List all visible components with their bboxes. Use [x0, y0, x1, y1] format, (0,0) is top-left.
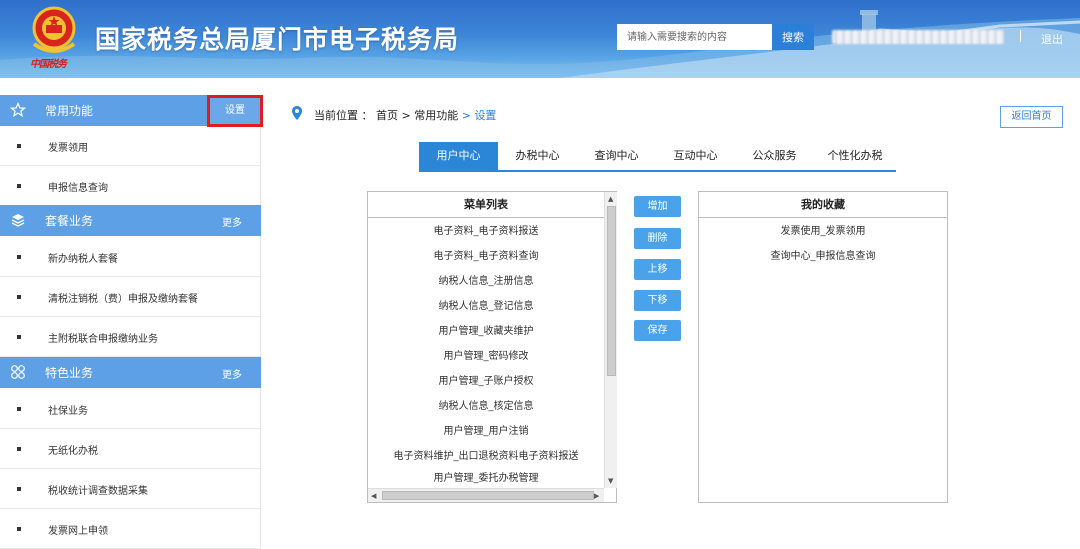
section-title: 常用功能: [45, 104, 94, 118]
horizontal-scroll-thumb[interactable]: [382, 491, 594, 500]
list-item[interactable]: 用户管理_收藏夹维护: [368, 319, 604, 344]
sidebar-item-tax-statistics[interactable]: 税收统计调查数据采集: [0, 469, 261, 509]
breadcrumb-section[interactable]: 常用功能: [414, 109, 458, 122]
star-icon: [10, 102, 26, 118]
more-link[interactable]: 更多: [222, 366, 242, 381]
move-up-button[interactable]: 上移: [634, 259, 681, 280]
sidebar-item-label: 发票领用: [48, 143, 88, 154]
sidebar-item-new-taxpayer[interactable]: 新办纳税人套餐: [0, 237, 261, 277]
section-title: 特色业务: [45, 366, 94, 380]
sidebar-item-label: 无纸化办税: [48, 446, 98, 457]
list-item[interactable]: 纳税人信息_登记信息: [368, 294, 604, 319]
delete-button[interactable]: 删除: [634, 228, 681, 249]
breadcrumb-current: 设置: [474, 109, 497, 122]
list-item[interactable]: 电子资料_电子资料报送: [368, 219, 604, 244]
bullet-icon: [17, 447, 21, 451]
favorite-item[interactable]: 发票使用_发票领用: [699, 219, 947, 244]
tab-interaction-center[interactable]: 互动中心: [656, 142, 735, 170]
search-button[interactable]: 搜索: [772, 24, 814, 50]
sidebar-item-tax-cancellation[interactable]: 清税注销税（费）申报及缴纳套餐: [0, 277, 261, 317]
tab-personalized-tax[interactable]: 个性化办税: [814, 142, 896, 170]
list-item[interactable]: 用户管理_密码修改: [368, 344, 604, 369]
bullet-icon: [17, 335, 21, 339]
list-item[interactable]: 电子资料维护_出口退税资料电子资料报送: [368, 444, 604, 469]
emblem-text: 中国税务: [30, 59, 67, 70]
bullet-icon: [17, 184, 21, 188]
vertical-scrollbar[interactable]: ▲ ▼: [604, 192, 617, 488]
location-pin-icon: [292, 106, 302, 120]
breadcrumb: 当前位置 ： 首页 > 常用功能 > 设置: [314, 107, 496, 123]
settings-button[interactable]: 设置: [207, 95, 263, 127]
sidebar: 常用功能 设置 发票领用 申报信息查询 套餐业务 更多 新办纳税人套餐 清税注销…: [0, 95, 263, 549]
sidebar-item-label: 新办纳税人套餐: [48, 254, 118, 265]
back-home-button[interactable]: 返回首页: [1000, 106, 1063, 128]
vertical-scroll-thumb[interactable]: [607, 206, 616, 376]
save-button[interactable]: 保存: [634, 320, 681, 341]
layers-icon: [11, 214, 25, 227]
sidebar-item-joint-declaration[interactable]: 主附税联合申报缴纳业务: [0, 317, 261, 357]
national-emblem-icon: [32, 6, 76, 53]
sidebar-item-social-security[interactable]: 社保业务: [0, 389, 261, 429]
scroll-left-arrow-icon[interactable]: ◀: [371, 491, 376, 501]
section-package-business: 套餐业务 更多: [0, 205, 261, 236]
move-down-button[interactable]: 下移: [634, 290, 681, 311]
sidebar-item-label: 社保业务: [48, 406, 88, 417]
section-common-functions: 常用功能 设置: [0, 95, 263, 127]
bullet-icon: [17, 295, 21, 299]
horizontal-scrollbar[interactable]: ◀ ▶: [368, 488, 604, 502]
add-button[interactable]: 增加: [634, 196, 681, 217]
sidebar-item-label: 主附税联合申报缴纳业务: [48, 334, 158, 345]
breadcrumb-separator: >: [401, 109, 411, 122]
more-link[interactable]: 更多: [222, 214, 242, 229]
menu-list-box[interactable]: 菜单列表 电子资料_电子资料报送 电子资料_电子资料查询 纳税人信息_注册信息 …: [367, 191, 617, 503]
sidebar-item-invoice-collect[interactable]: 发票领用: [0, 126, 261, 166]
logout-link[interactable]: 退出: [1041, 31, 1063, 47]
bullet-icon: [17, 527, 21, 531]
sidebar-item-label: 清税注销税（费）申报及缴纳套餐: [48, 294, 198, 305]
tab-public-service[interactable]: 公众服务: [735, 142, 814, 170]
breadcrumb-home[interactable]: 首页: [376, 109, 398, 122]
sidebar-item-label: 税收统计调查数据采集: [48, 486, 148, 497]
user-name-obscured: [832, 30, 1004, 44]
site-title: 国家税务总局厦门市电子税务局: [95, 25, 460, 54]
header-separator: [1020, 30, 1021, 42]
sidebar-item-paperless[interactable]: 无纸化办税: [0, 429, 261, 469]
list-item[interactable]: 用户管理_子账户授权: [368, 369, 604, 394]
list-item[interactable]: 用户管理_委托办税管理: [368, 469, 604, 488]
favorite-item[interactable]: 查询中心_申报信息查询: [699, 244, 947, 269]
bullet-icon: [17, 144, 21, 148]
menu-list-title: 菜单列表: [368, 192, 604, 218]
list-item[interactable]: 纳税人信息_核定信息: [368, 394, 604, 419]
bullet-icon: [17, 487, 21, 491]
list-item[interactable]: 用户管理_用户注销: [368, 419, 604, 444]
breadcrumb-label: 当前位置 ：: [314, 109, 373, 122]
scroll-up-arrow-icon[interactable]: ▲: [608, 194, 613, 204]
sidebar-item-invoice-online-apply[interactable]: 发票网上申领: [0, 509, 261, 549]
breadcrumb-separator: >: [461, 109, 471, 122]
section-special-business: 特色业务 更多: [0, 357, 261, 388]
grid-circles-icon: [11, 365, 25, 379]
search-input[interactable]: [617, 24, 772, 50]
scroll-right-arrow-icon[interactable]: ▶: [594, 491, 599, 501]
section-title: 套餐业务: [45, 214, 94, 228]
sidebar-item-label: 发票网上申领: [48, 526, 108, 537]
tab-query-center[interactable]: 查询中心: [577, 142, 656, 170]
tab-user-center[interactable]: 用户中心: [419, 142, 498, 170]
sidebar-item-label: 申报信息查询: [48, 183, 108, 194]
bullet-icon: [17, 255, 21, 259]
header: 中国税务 国家税务总局厦门市电子税务局 搜索 退出: [0, 0, 1080, 78]
bullet-icon: [17, 407, 21, 411]
favorites-title: 我的收藏: [699, 192, 947, 218]
list-item[interactable]: 纳税人信息_注册信息: [368, 269, 604, 294]
scroll-down-arrow-icon[interactable]: ▼: [608, 476, 613, 486]
list-item[interactable]: 电子资料_电子资料查询: [368, 244, 604, 269]
favorites-box[interactable]: 我的收藏 发票使用_发票领用 查询中心_申报信息查询: [698, 191, 948, 503]
tab-tax-center[interactable]: 办税中心: [498, 142, 577, 170]
tab-bar: 用户中心 办税中心 查询中心 互动中心 公众服务 个性化办税: [419, 142, 896, 172]
sidebar-item-declaration-query[interactable]: 申报信息查询: [0, 166, 261, 206]
